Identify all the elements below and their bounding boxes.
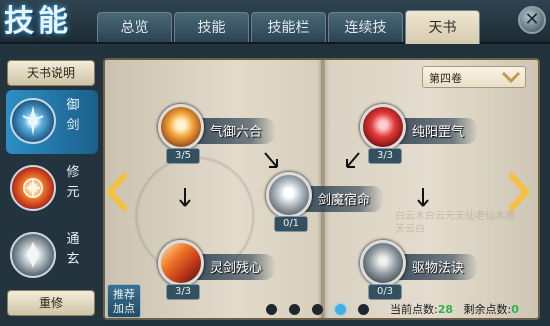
remaining-points-value: 0 <box>511 303 519 316</box>
window-title: 技能 <box>4 4 72 39</box>
skill-name: 驱物法诀 <box>412 261 465 276</box>
arrow-down-right-icon <box>264 152 278 168</box>
page-dot-active[interactable] <box>335 304 346 315</box>
chevron-down-icon <box>501 71 521 84</box>
page-dot[interactable] <box>266 304 277 315</box>
window-header: 技能 总览 技能 技能栏 连续技 天书 ✕ <box>0 0 550 44</box>
category-label: 通玄 <box>66 232 80 267</box>
recommend-points-button[interactable]: 推荐加点 <box>107 284 141 318</box>
tab-skill-bar[interactable]: 技能栏 <box>251 12 326 42</box>
tab-combo[interactable]: 连续技 <box>328 12 403 42</box>
skill-name: 纯阳罡气 <box>412 125 465 140</box>
category-label: 修元 <box>66 165 80 200</box>
current-points-value: 28 <box>437 303 454 316</box>
sword-emblem-icon <box>10 98 56 144</box>
mystic-orb-icon <box>10 232 56 278</box>
red-crystal-icon <box>360 104 406 150</box>
skill-name: 灵剑残心 <box>210 261 263 276</box>
category-xiuyuan[interactable]: 修元 <box>6 157 98 221</box>
close-icon: ✕ <box>524 9 540 30</box>
current-points-label: 当前点数: <box>390 303 438 316</box>
page-dot[interactable] <box>289 304 300 315</box>
remaining-points-label: 剩余点数: <box>463 303 512 316</box>
tab-heavenly-book[interactable]: 天书 <box>405 10 480 44</box>
tab-skills[interactable]: 技能 <box>174 12 249 42</box>
skill-level: 3/3 <box>368 148 402 164</box>
previous-page-button[interactable] <box>106 172 128 212</box>
close-button[interactable]: ✕ <box>518 6 546 34</box>
category-tongxuan[interactable]: 通玄 <box>6 224 98 288</box>
category-yujian[interactable]: 御剑 <box>6 90 98 154</box>
silver-sword-icon <box>266 172 312 218</box>
skills-window: 技能 总览 技能 技能栏 连续技 天书 ✕ 天书说明 御剑 修元 通玄 重修 白… <box>0 0 550 326</box>
skill-level: 3/5 <box>166 148 200 164</box>
arrow-down-left-icon <box>346 152 360 168</box>
arrow-down-icon <box>179 188 191 207</box>
points-summary: 当前点数:28 剩余点数:0 <box>390 301 519 317</box>
volume-label: 第四卷 <box>429 72 462 85</box>
skill-level: 0/1 <box>274 216 308 232</box>
fire-orb-icon <box>158 104 204 150</box>
skill-level: 3/3 <box>166 284 200 300</box>
arrow-down-icon <box>417 188 429 207</box>
grey-spirit-icon <box>360 240 406 286</box>
fire-seal-icon <box>10 165 56 211</box>
skill-name: 剑魔宿命 <box>318 193 371 208</box>
tab-overview[interactable]: 总览 <box>97 12 172 42</box>
next-page-button[interactable] <box>508 172 530 212</box>
flame-blade-icon <box>158 240 204 286</box>
volume-selector[interactable]: 第四卷 <box>422 66 526 88</box>
page-dot[interactable] <box>358 304 369 315</box>
category-label: 御剑 <box>66 98 80 133</box>
skill-name: 气御六合 <box>210 125 263 140</box>
page-dot[interactable] <box>312 304 323 315</box>
reset-button[interactable]: 重修 <box>7 290 95 316</box>
book-explanation-button[interactable]: 天书说明 <box>7 60 95 86</box>
skill-level: 0/3 <box>368 284 402 300</box>
